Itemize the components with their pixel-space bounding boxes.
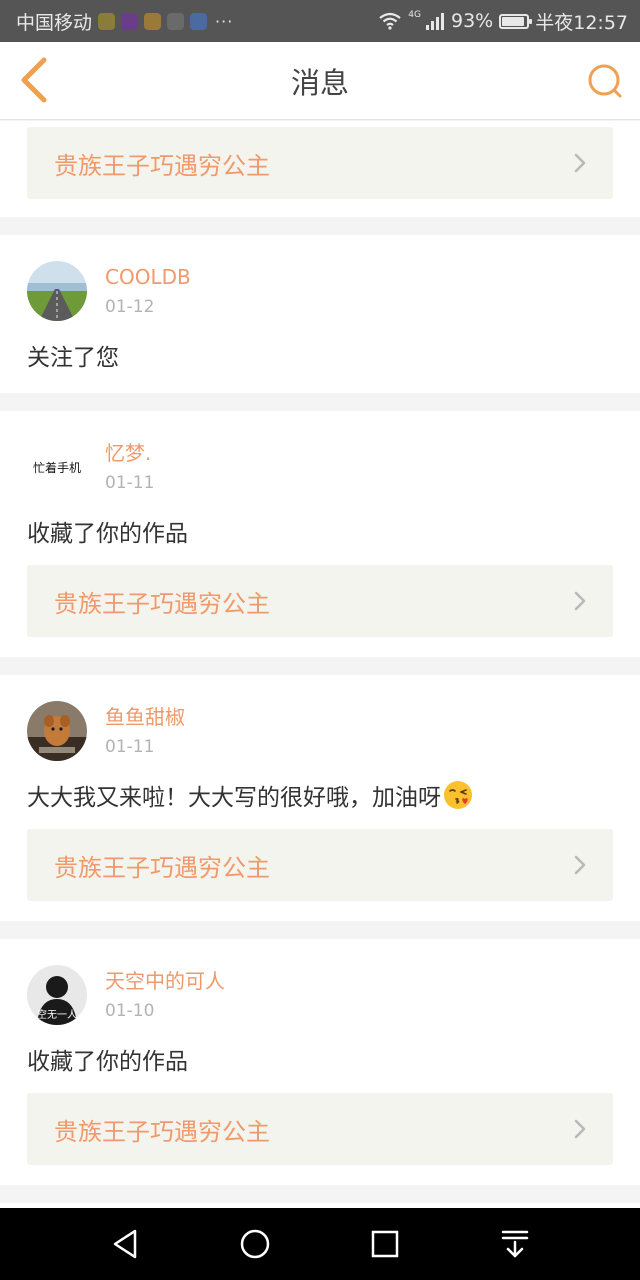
message-card: 鱼鱼甜椒 01-11 大大我又来啦！大大写的很好哦，加油呀 贵族王子巧遇穷公主 xyxy=(0,675,640,921)
nav-back-button[interactable] xyxy=(103,1222,147,1266)
avatar[interactable]: 空无一人 xyxy=(27,965,87,1025)
user-row: 鱼鱼甜椒 01-11 xyxy=(27,701,613,761)
wifi-icon xyxy=(379,12,401,30)
message-card: 贵族王子巧遇穷公主 xyxy=(0,121,640,217)
carrier-label: 中国移动 xyxy=(16,11,93,34)
work-title: 贵族王子巧遇穷公主 xyxy=(54,151,270,180)
status-bar: 中国移动 ··· 4G 93% 半夜12:57 xyxy=(0,0,640,42)
system-nav-bar xyxy=(0,1208,640,1280)
user-row: 空无一人 天空中的可人 01-10 xyxy=(27,965,613,1025)
dog-photo-avatar xyxy=(27,701,87,761)
username[interactable]: 鱼鱼甜椒 xyxy=(105,704,185,730)
chevron-right-icon xyxy=(574,591,586,611)
message-text: 关注了您 xyxy=(27,345,119,371)
nav-home-button[interactable] xyxy=(233,1222,277,1266)
app-notification-icon xyxy=(144,12,162,30)
battery-icon xyxy=(499,13,533,29)
battery-percent: 93% xyxy=(451,10,494,32)
clock: 半夜12:57 xyxy=(535,11,628,34)
work-title: 贵族王子巧遇穷公主 xyxy=(54,589,270,618)
search-button[interactable] xyxy=(586,62,624,100)
work-link[interactable]: 贵族王子巧遇穷公主 xyxy=(27,829,613,901)
nav-recents-button[interactable] xyxy=(363,1222,407,1266)
app-notification-icon xyxy=(98,12,116,30)
chevron-right-icon xyxy=(574,153,586,173)
username[interactable]: COOLDB xyxy=(105,264,191,290)
user-row: 忙着手机 忆梦. 01-11 xyxy=(27,437,613,497)
page-title: 消息 xyxy=(290,65,349,100)
kissing-face-emoji xyxy=(444,781,472,809)
app-notification-icon xyxy=(167,12,185,30)
work-link[interactable]: 贵族王子巧遇穷公主 xyxy=(27,565,613,637)
message-date: 01-11 xyxy=(105,473,155,493)
work-title: 贵族王子巧遇穷公主 xyxy=(54,853,270,882)
app-notification-icon xyxy=(121,12,139,30)
message-list[interactable]: 贵族王子巧遇穷公主 COOLDB 01-12 关注了您 忙着手机 忆梦. 01-… xyxy=(0,121,640,1208)
username[interactable]: 忆梦. xyxy=(105,440,154,466)
avatar[interactable] xyxy=(27,261,87,321)
chevron-right-icon xyxy=(574,1119,586,1139)
message-text: 收藏了你的作品 xyxy=(27,521,188,547)
work-title: 贵族王子巧遇穷公主 xyxy=(54,1117,270,1146)
signal-icon xyxy=(426,13,444,30)
nav-notifications-button[interactable] xyxy=(493,1222,537,1266)
calligraphy-avatar: 忙着手机 xyxy=(32,460,81,475)
top-app-bar: 消息 xyxy=(0,42,640,120)
username[interactable]: 天空中的可人 xyxy=(105,968,225,994)
road-landscape-avatar xyxy=(27,261,87,321)
message-date: 01-10 xyxy=(105,1001,155,1021)
message-card: 空无一人 天空中的可人 01-10 收藏了你的作品 贵族王子巧遇穷公主 xyxy=(0,939,640,1185)
avatar-caption: 空无一人 xyxy=(37,1010,77,1021)
user-row: COOLDB 01-12 xyxy=(27,261,613,321)
pull-down-icon xyxy=(501,1230,529,1258)
search-icon xyxy=(588,64,622,98)
message-text-row: 大大我又来啦！大大写的很好哦，加油呀 xyxy=(27,777,613,819)
message-date: 01-12 xyxy=(105,297,155,317)
work-link[interactable]: 贵族王子巧遇穷公主 xyxy=(27,1093,613,1165)
back-chevron-icon xyxy=(21,57,47,103)
message-card: 忙着手机 忆梦. 01-11 收藏了你的作品 贵族王子巧遇穷公主 xyxy=(0,411,640,657)
message-card: COOLDB 01-12 关注了您 xyxy=(0,235,640,393)
circle-home-icon xyxy=(240,1229,270,1259)
triangle-back-icon xyxy=(113,1229,137,1259)
work-link[interactable]: 贵族王子巧遇穷公主 xyxy=(27,127,613,199)
back-button[interactable] xyxy=(14,56,54,104)
message-date: 01-11 xyxy=(105,737,155,757)
avatar[interactable]: 忙着手机 xyxy=(27,437,87,497)
app-notification-icon xyxy=(190,12,208,30)
square-recents-icon xyxy=(371,1230,399,1258)
network-type-label: 4G xyxy=(408,10,421,20)
message-text: 大大我又来啦！大大写的很好哦，加油呀 xyxy=(27,785,441,811)
message-text: 收藏了你的作品 xyxy=(27,1049,188,1075)
avatar[interactable] xyxy=(27,701,87,761)
more-notifications-icon: ··· xyxy=(215,11,234,31)
chevron-right-icon xyxy=(574,855,586,875)
